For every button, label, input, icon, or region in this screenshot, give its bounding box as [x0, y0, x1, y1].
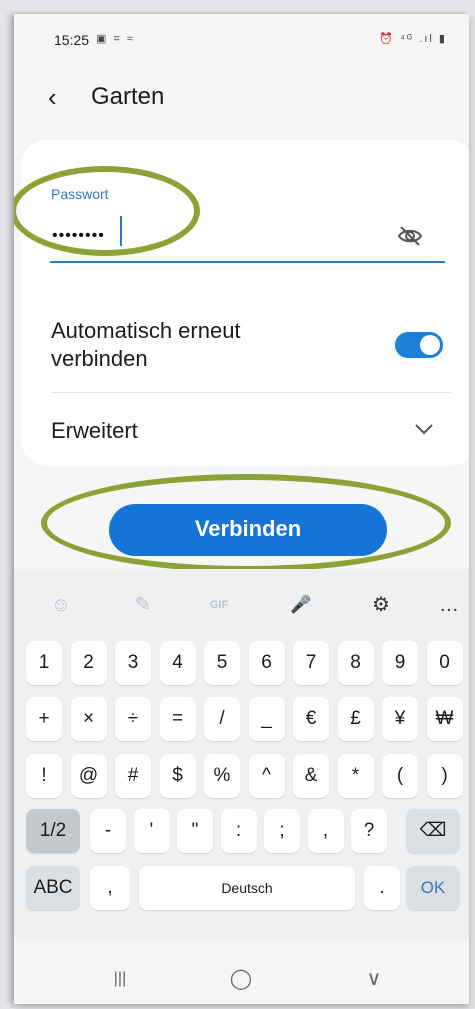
symbol-key[interactable]: ÷ [115, 697, 151, 741]
status-bar: 15:25 ▣ ⌗ ≈ ⏰ ⁴ᴳ .ıl ▮ [14, 14, 469, 59]
symbol-key[interactable]: ¥ [382, 697, 418, 741]
divider [51, 392, 451, 393]
navigation-bar: ||| ◯ ∨ [14, 954, 469, 1004]
symbol-key[interactable]: £ [337, 697, 374, 741]
emoji-icon[interactable]: ☺ [46, 590, 76, 620]
symbol-key[interactable]: & [293, 754, 329, 798]
highlight-ellipse-password [14, 166, 200, 256]
status-time: 15:25 [54, 32, 90, 48]
symbol-key[interactable]: = [159, 697, 196, 741]
chevron-down-icon [415, 424, 433, 435]
page-toggle-key[interactable]: 1/2 [26, 809, 80, 853]
toggle-knob [420, 335, 440, 355]
abc-key[interactable]: ABC [26, 866, 80, 910]
symbol-key[interactable]: ' [133, 809, 170, 853]
gif-icon[interactable]: GIF [204, 590, 234, 620]
microphone-icon[interactable]: 🎤 [286, 590, 316, 620]
symbol-key[interactable]: " [177, 809, 213, 853]
number-key[interactable]: 7 [293, 641, 329, 685]
symbol-key[interactable]: % [204, 754, 240, 798]
symbol-key[interactable]: : [220, 809, 257, 853]
phone-screen: 15:25 ▣ ⌗ ≈ ⏰ ⁴ᴳ .ıl ▮ ‹ Garten Passwort… [14, 14, 469, 1004]
symbol-key[interactable]: _ [248, 697, 285, 741]
number-key[interactable]: 2 [70, 641, 107, 685]
symbol-key[interactable]: - [90, 809, 126, 853]
ok-key[interactable]: OK [406, 866, 460, 910]
number-key[interactable]: 4 [159, 641, 196, 685]
number-key[interactable]: 8 [337, 641, 374, 685]
symbol-key[interactable]: @ [70, 754, 107, 798]
notification-icons: ▣ ⌗ ≈ [96, 33, 135, 45]
symbol-key[interactable]: ) [426, 754, 463, 798]
symbol-key[interactable]: ^ [248, 754, 285, 798]
symbol-key[interactable]: ₩ [426, 697, 463, 741]
symbol-key[interactable]: ( [382, 754, 418, 798]
number-key[interactable]: 5 [204, 641, 240, 685]
auto-reconnect-label: Automatisch erneut verbinden [51, 318, 241, 371]
symbol-key[interactable]: * [337, 754, 374, 798]
page-title: Garten [91, 83, 165, 110]
home-icon[interactable]: ◯ [221, 962, 261, 996]
symbol-key[interactable]: $ [159, 754, 196, 798]
number-key[interactable]: 6 [248, 641, 285, 685]
advanced-label: Erweitert [51, 418, 138, 443]
number-key[interactable]: 3 [115, 641, 151, 685]
number-key[interactable]: 9 [382, 641, 418, 685]
symbol-key[interactable]: ! [26, 754, 62, 798]
app-header: ‹ Garten [14, 78, 469, 122]
symbol-key[interactable]: € [293, 697, 329, 741]
number-key[interactable]: 1 [26, 641, 62, 685]
period-key[interactable]: . [364, 866, 400, 910]
settings-gear-icon[interactable]: ⚙ [366, 590, 396, 620]
advanced-row[interactable]: Erweitert [21, 394, 469, 464]
symbol-key[interactable]: × [70, 697, 107, 741]
backspace-key[interactable]: ⌫ [406, 809, 460, 853]
symbol-key[interactable]: ? [351, 809, 387, 853]
highlight-ellipse-connect [41, 474, 451, 572]
sticker-icon[interactable]: ✎ [128, 590, 158, 620]
auto-reconnect-toggle[interactable] [395, 332, 443, 358]
recents-icon[interactable]: ||| [100, 962, 140, 996]
system-status-icons: ⏰ ⁴ᴳ .ıl ▮ [379, 33, 447, 45]
space-key[interactable]: Deutsch [139, 866, 355, 910]
symbol-key[interactable]: / [204, 697, 240, 741]
back-arrow-icon[interactable]: ‹ [48, 82, 76, 116]
symbol-key[interactable]: # [115, 754, 151, 798]
back-nav-icon[interactable]: ∨ [354, 962, 394, 996]
symbol-key[interactable]: ; [264, 809, 300, 853]
symbol-key[interactable]: + [26, 697, 62, 741]
more-icon[interactable]: … [434, 590, 464, 620]
comma-key[interactable]: , [90, 866, 130, 910]
symbol-key[interactable]: , [307, 809, 344, 853]
number-key[interactable]: 0 [426, 641, 463, 685]
eye-off-icon[interactable] [396, 223, 424, 249]
